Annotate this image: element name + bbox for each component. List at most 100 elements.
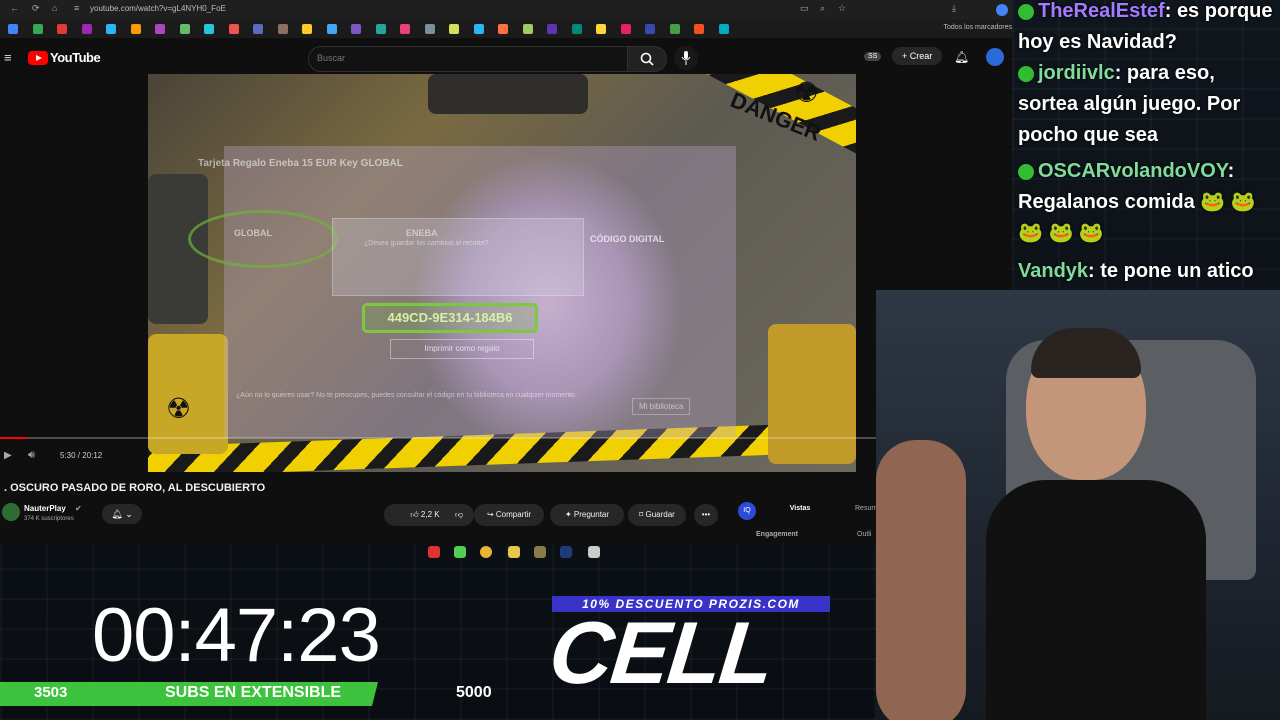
channel-avatar[interactable]: [2, 503, 20, 521]
share-label: Compartir: [495, 510, 532, 519]
bookmark-icon[interactable]: [106, 24, 116, 34]
more-actions-button[interactable]: •••: [694, 504, 718, 526]
bookmark-icon[interactable]: [326, 24, 337, 34]
bookmark-icon[interactable]: [645, 24, 655, 34]
chat-username: OSCARvolandoVOY: [1038, 160, 1228, 182]
bookmark-icon[interactable]: [253, 24, 263, 34]
app-icon[interactable]: [588, 546, 600, 558]
bookmark-icon[interactable]: [302, 24, 312, 34]
thumb-up-icon: 👍︎: [410, 510, 419, 519]
download-icon[interactable]: ⤓: [952, 3, 956, 14]
search-placeholder: Buscar: [317, 53, 346, 63]
site-info-icon[interactable]: ≡: [74, 3, 79, 13]
bookmark-icon[interactable]: [669, 24, 680, 34]
bookmark-icon[interactable]: [400, 24, 410, 34]
streamer-arm: [876, 440, 966, 720]
tab-vistas[interactable]: Vistas: [765, 499, 835, 519]
video-progress-bar[interactable]: [0, 437, 880, 439]
app-icon[interactable]: [534, 546, 546, 558]
bookmark-icon[interactable]: [81, 24, 92, 34]
subscription-bell-button[interactable]: 🔔︎ ⌄: [102, 504, 142, 524]
url-text[interactable]: youtube.com/watch?v=gL4NYH0_FoE: [90, 4, 226, 13]
like-button[interactable]: 👍︎ 2,2 K: [395, 504, 455, 526]
user-badge-icon: [1018, 163, 1034, 180]
mic-button[interactable]: [674, 46, 698, 70]
play-icon[interactable]: ▶: [4, 450, 12, 461]
subs-current: 3503: [34, 684, 68, 701]
app-icon[interactable]: [454, 546, 466, 558]
youtube-logo-icon[interactable]: [28, 51, 48, 65]
ask-button[interactable]: ✦ Preguntar: [550, 504, 624, 526]
save-label: Guardar: [645, 510, 675, 519]
tab-summary[interactable]: Resum: [855, 505, 877, 512]
chat-separator: :: [1227, 160, 1235, 182]
zoom-icon[interactable]: ⌕: [820, 3, 825, 14]
profile-icon[interactable]: [996, 4, 1008, 16]
create-label: Crear: [909, 51, 933, 61]
channel-name[interactable]: NauterPlay: [24, 504, 66, 513]
bookmark-icon[interactable]: [424, 24, 435, 34]
bookmark-icon[interactable]: [498, 24, 508, 34]
create-button[interactable]: + Crear: [892, 47, 943, 65]
share-button[interactable]: ↪ Compartir: [474, 504, 544, 526]
barrel: [428, 74, 588, 114]
chat-overlay: TheRealEstef: es porque hoy es Navidad? …: [1016, 0, 1280, 286]
bookmark-icon[interactable]: [473, 24, 484, 34]
notifications-icon[interactable]: 🔔︎: [954, 50, 969, 64]
bookmark-icon[interactable]: [179, 24, 190, 34]
bookmark-icon[interactable]: [449, 24, 459, 34]
analytics-icon[interactable]: IQ: [738, 502, 756, 520]
bookmark-icon[interactable]: [522, 24, 533, 34]
chat-message: OSCARvolandoVOY: Regalanos comida 🐸 🐸 🐸 …: [1018, 156, 1280, 249]
bookmark-icon[interactable]: [155, 24, 165, 34]
bookmarks-bar: Todos los marcadores: [0, 20, 1012, 38]
menu-icon[interactable]: ≡: [4, 50, 12, 65]
print-gift-button[interactable]: Imprimir como regalo: [390, 339, 534, 359]
bookmark-icon[interactable]: [620, 24, 631, 34]
avatar[interactable]: [986, 48, 1004, 66]
overlay-title: Tarjeta Regalo Eneba 15 EUR Key GLOBAL: [198, 158, 403, 169]
bookmark-icon[interactable]: [718, 24, 729, 34]
bookmark-icon[interactable]: [228, 24, 239, 34]
bookmark-icon[interactable]: [8, 24, 18, 34]
chat-username: Vandyk: [1018, 260, 1089, 282]
taskbar: [420, 544, 610, 562]
bookmark-icon[interactable]: [32, 24, 43, 34]
reload-icon[interactable]: ⟳: [32, 3, 40, 14]
library-button[interactable]: Mi biblioteca: [632, 398, 691, 415]
search-input[interactable]: Buscar: [308, 46, 628, 72]
bookmark-icon[interactable]: [375, 24, 386, 34]
footer-note: ¿Aún no lo quieres usar? No te preocupes…: [236, 392, 577, 399]
all-bookmarks[interactable]: Todos los marcadores: [944, 24, 1012, 31]
volume-icon[interactable]: 🔊︎: [28, 449, 35, 462]
star-icon[interactable]: ☆: [838, 3, 846, 14]
back-icon[interactable]: ←: [10, 3, 19, 13]
bookmark-icon[interactable]: [277, 24, 288, 34]
video-time: 5:30 / 20:12: [60, 451, 103, 460]
bookmark-icon[interactable]: [351, 24, 361, 34]
ss-badge[interactable]: SS: [864, 52, 882, 61]
record-icon[interactable]: [428, 546, 440, 558]
global-highlight: [188, 210, 338, 268]
bookmark-icon[interactable]: [204, 24, 214, 34]
search-button[interactable]: [627, 46, 667, 72]
cast-icon[interactable]: ▭: [800, 3, 809, 14]
bookmark-icon[interactable]: [130, 24, 141, 34]
sparkle-icon: ✦: [564, 510, 574, 519]
bookmark-icon[interactable]: [547, 24, 557, 34]
webcam-feed: [876, 290, 1280, 720]
address-bar[interactable]: ← ⟳ ⌂ ≡ youtube.com/watch?v=gL4NYH0_FoE …: [0, 0, 1012, 20]
bookmark-icon[interactable]: [694, 24, 704, 34]
like-dislike-group: 👍︎ 2,2 K 👎︎: [384, 504, 474, 526]
photoshop-icon[interactable]: [560, 546, 572, 558]
youtube-logo-text[interactable]: YouTube: [50, 50, 101, 65]
save-button[interactable]: ⌑ Guardar: [628, 504, 686, 526]
gift-code: 449CD-9E314-184B6: [362, 303, 538, 333]
bookmark-icon[interactable]: [571, 24, 582, 34]
dislike-button[interactable]: 👎︎: [455, 510, 463, 519]
bookmark-icon[interactable]: [596, 24, 606, 34]
home-icon[interactable]: ⌂: [52, 3, 57, 13]
folder-icon[interactable]: [508, 546, 520, 558]
chrome-icon[interactable]: [480, 546, 492, 558]
bookmark-icon[interactable]: [57, 24, 67, 34]
